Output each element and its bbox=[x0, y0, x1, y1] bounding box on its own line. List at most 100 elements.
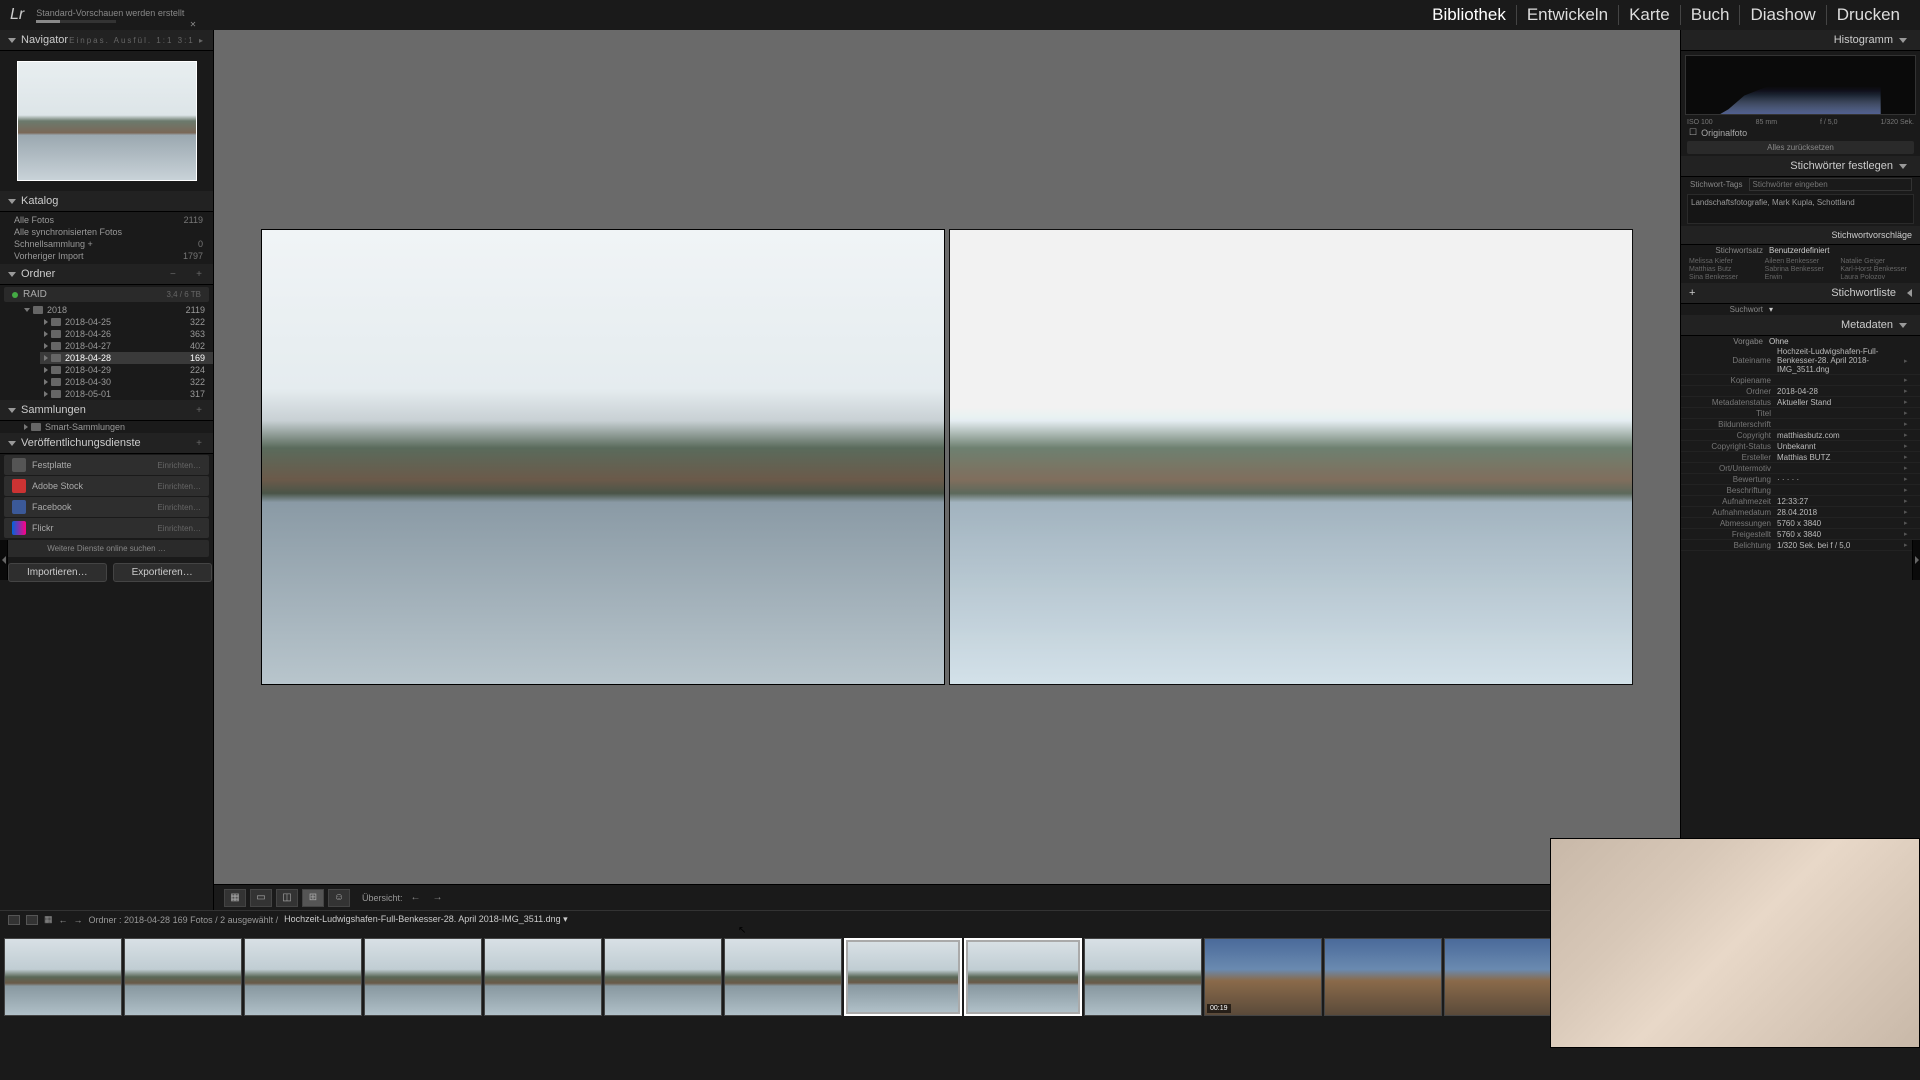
metadata-row[interactable]: MetadatenstatusAktueller Stand▸ bbox=[1681, 397, 1920, 408]
nav-karte[interactable]: Karte bbox=[1619, 5, 1681, 25]
thumbnail[interactable] bbox=[484, 938, 602, 1016]
folders-header[interactable]: Ordner − + bbox=[0, 264, 213, 285]
import-button[interactable]: Importieren… bbox=[8, 563, 107, 582]
metadata-preset[interactable]: Ohne bbox=[1769, 337, 1912, 346]
nav-drucken[interactable]: Drucken bbox=[1827, 5, 1910, 25]
thumbnail-video[interactable]: 00:19 bbox=[1204, 938, 1322, 1016]
thumbnail[interactable] bbox=[4, 938, 122, 1016]
collection-add[interactable]: + bbox=[196, 405, 205, 416]
folder-icon bbox=[51, 354, 61, 362]
folder-add-remove[interactable]: − + bbox=[170, 269, 205, 280]
metadata-row[interactable]: Copyrightmatthiasbutz.com▸ bbox=[1681, 430, 1920, 441]
reset-all-button[interactable]: Alles zurücksetzen bbox=[1687, 141, 1914, 154]
metadata-row[interactable]: Copyright-StatusUnbekannt▸ bbox=[1681, 441, 1920, 452]
navigator-preview[interactable] bbox=[0, 51, 213, 191]
folder-item[interactable]: 2018-05-01317 bbox=[40, 388, 213, 400]
thumbnail[interactable] bbox=[1084, 938, 1202, 1016]
view-grid-button[interactable]: ▦ bbox=[224, 889, 246, 907]
keyword-tags-box[interactable]: Landschaftsfotografie, Mark Kupla, Schot… bbox=[1687, 194, 1914, 224]
metadata-row[interactable]: Titel▸ bbox=[1681, 408, 1920, 419]
thumbnail[interactable] bbox=[364, 938, 482, 1016]
thumbnail-selected[interactable] bbox=[964, 938, 1082, 1016]
filmstrip-filename[interactable]: Hochzeit-Ludwigshafen-Full-Benkesser-28.… bbox=[284, 914, 568, 925]
status-close-icon[interactable]: ✕ bbox=[190, 20, 197, 29]
folder-item[interactable]: 2018-04-26363 bbox=[40, 328, 213, 340]
metadata-header[interactable]: Metadaten bbox=[1681, 315, 1920, 336]
histogram-header[interactable]: Histogramm bbox=[1681, 30, 1920, 51]
thumbnail[interactable] bbox=[1444, 938, 1562, 1016]
metadata-row[interactable]: DateinameHochzeit-Ludwigshafen-Full-Benk… bbox=[1681, 347, 1920, 375]
metadata-row[interactable]: Bildunterschrift▸ bbox=[1681, 419, 1920, 430]
publish-add[interactable]: + bbox=[196, 438, 205, 449]
right-panel-toggle[interactable] bbox=[1912, 540, 1920, 580]
navigator-zoom-modes[interactable]: Einpas. Ausfül. 1:1 3:1 ▸ bbox=[69, 36, 205, 45]
metadata-row[interactable]: Kopiename▸ bbox=[1681, 375, 1920, 386]
folder-item[interactable]: 2018-04-27402 bbox=[40, 340, 213, 352]
compare-image-right[interactable] bbox=[949, 229, 1633, 685]
view-loupe-button[interactable]: ▭ bbox=[250, 889, 272, 907]
metadata-row[interactable]: Bewertung· · · · ·▸ bbox=[1681, 474, 1920, 485]
view-survey-button[interactable]: ⊞ bbox=[302, 889, 324, 907]
catalog-row[interactable]: Alle synchronisierten Fotos bbox=[0, 226, 213, 238]
thumbnail[interactable] bbox=[124, 938, 242, 1016]
navigator-header[interactable]: Navigator Einpas. Ausfül. 1:1 3:1 ▸ bbox=[0, 30, 213, 51]
catalog-row[interactable]: Alle Fotos2119 bbox=[0, 214, 213, 226]
metadata-row[interactable]: Abmessungen5760 x 3840▸ bbox=[1681, 518, 1920, 529]
thumbnail[interactable] bbox=[1324, 938, 1442, 1016]
thumbnail-selected[interactable] bbox=[844, 938, 962, 1016]
metadata-row[interactable]: Belichtung1/320 Sek. bei f / 5,0▸ bbox=[1681, 540, 1920, 551]
prev-photo-button[interactable]: ← bbox=[407, 892, 425, 903]
publish-service[interactable]: FacebookEinrichten… bbox=[4, 497, 209, 517]
metadata-row[interactable]: Beschriftung▸ bbox=[1681, 485, 1920, 496]
smart-collections[interactable]: Smart-Sammlungen bbox=[20, 421, 213, 433]
thumbnail[interactable] bbox=[724, 938, 842, 1016]
keywords-header[interactable]: Stichwörter festlegen bbox=[1681, 156, 1920, 177]
left-panel-toggle[interactable] bbox=[0, 540, 8, 580]
export-button[interactable]: Exportieren… bbox=[113, 563, 212, 582]
keyword-set-value[interactable]: Benutzerdefiniert bbox=[1769, 246, 1912, 255]
original-photo-checkbox[interactable]: ☐Originalfoto bbox=[1681, 126, 1920, 139]
nav-buch[interactable]: Buch bbox=[1681, 5, 1741, 25]
publish-header[interactable]: Veröffentlichungsdienste + bbox=[0, 433, 213, 454]
next-photo-button[interactable]: → bbox=[429, 892, 447, 903]
publish-service[interactable]: FlickrEinrichten… bbox=[4, 518, 209, 538]
nav-bibliothek[interactable]: Bibliothek bbox=[1422, 5, 1517, 25]
view-compare-button[interactable]: ◫ bbox=[276, 889, 298, 907]
catalog-row[interactable]: Schnellsammlung +0 bbox=[0, 238, 213, 250]
prev-icon[interactable]: ← bbox=[59, 915, 68, 925]
metadata-row[interactable]: Freigestellt5760 x 3840▸ bbox=[1681, 529, 1920, 540]
metadata-row[interactable]: Ordner2018-04-28▸ bbox=[1681, 386, 1920, 397]
thumbnail[interactable] bbox=[244, 938, 362, 1016]
catalog-row[interactable]: Vorheriger Import1797 bbox=[0, 250, 213, 262]
nav-diashow[interactable]: Diashow bbox=[1740, 5, 1826, 25]
folder-root[interactable]: 20182119 bbox=[20, 304, 213, 316]
compare-image-left[interactable] bbox=[261, 229, 945, 685]
histogram-graph[interactable] bbox=[1685, 55, 1916, 115]
keyword-input[interactable] bbox=[1749, 178, 1912, 191]
more-services-link[interactable]: Weitere Dienste online suchen … bbox=[4, 540, 209, 557]
nav-entwickeln[interactable]: Entwickeln bbox=[1517, 5, 1619, 25]
metadata-row[interactable]: Ort/Untermotiv▸ bbox=[1681, 463, 1920, 474]
publish-service[interactable]: Adobe StockEinrichten… bbox=[4, 476, 209, 496]
keyword-suggestions-header[interactable]: Stichwortvorschläge bbox=[1681, 226, 1920, 245]
chevron-right-icon bbox=[44, 367, 48, 373]
second-display-icon[interactable] bbox=[26, 915, 38, 925]
view-people-button[interactable]: ☺ bbox=[328, 889, 350, 907]
folder-item[interactable]: 2018-04-29224 bbox=[40, 364, 213, 376]
app-logo: Lr bbox=[10, 6, 24, 24]
catalog-header[interactable]: Katalog bbox=[0, 191, 213, 212]
next-icon[interactable]: → bbox=[74, 915, 83, 925]
keyword-list-header[interactable]: +Stichwortliste bbox=[1681, 283, 1920, 304]
thumbnail[interactable] bbox=[604, 938, 722, 1016]
folder-item[interactable]: 2018-04-30322 bbox=[40, 376, 213, 388]
folder-item-selected[interactable]: 2018-04-28169 bbox=[40, 352, 213, 364]
metadata-row[interactable]: Aufnahmezeit12:33:27▸ bbox=[1681, 496, 1920, 507]
publish-service[interactable]: FestplatteEinrichten… bbox=[4, 455, 209, 475]
volume-row[interactable]: RAID 3,4 / 6 TB bbox=[4, 287, 209, 302]
collections-header[interactable]: Sammlungen + bbox=[0, 400, 213, 421]
main-display-icon[interactable] bbox=[8, 915, 20, 925]
metadata-row[interactable]: Aufnahmedatum28.04.2018▸ bbox=[1681, 507, 1920, 518]
metadata-row[interactable]: ErstellerMatthias BUTZ▸ bbox=[1681, 452, 1920, 463]
grid-toggle-icon[interactable]: ▦ bbox=[44, 914, 53, 925]
folder-item[interactable]: 2018-04-25322 bbox=[40, 316, 213, 328]
